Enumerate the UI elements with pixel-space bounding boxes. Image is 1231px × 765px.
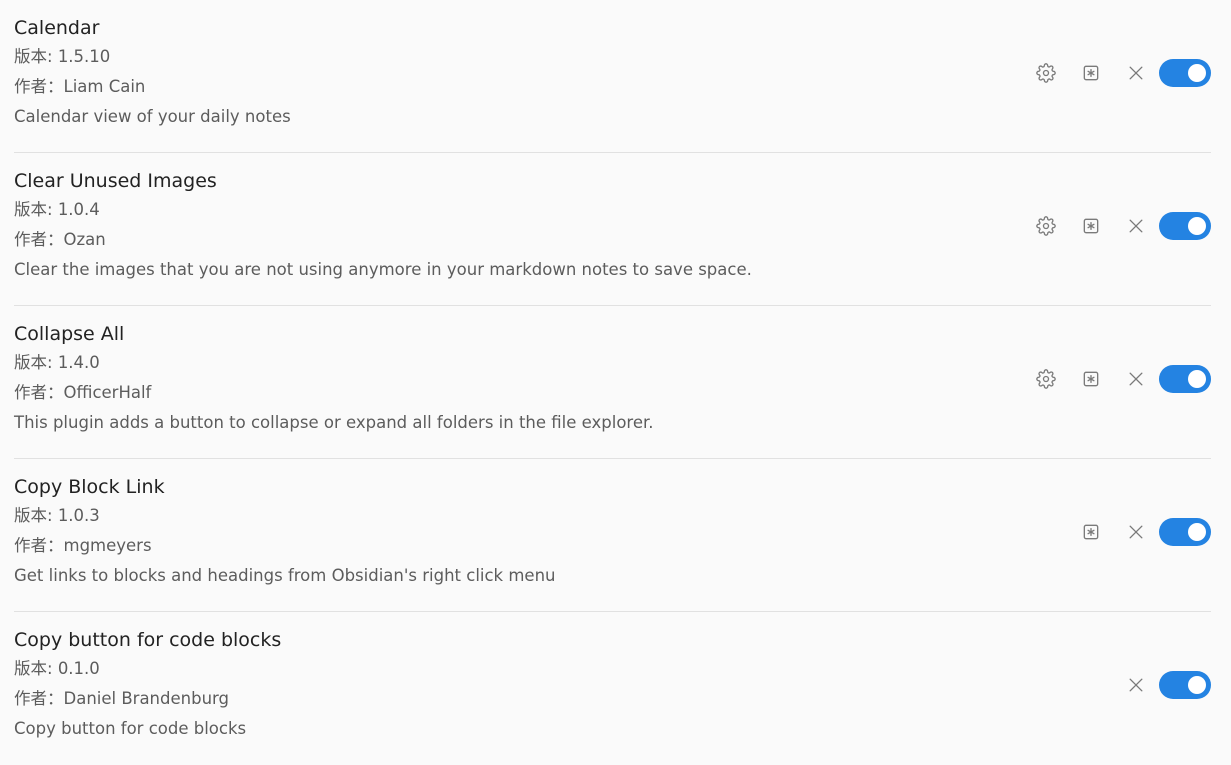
toggle-knob xyxy=(1188,676,1206,694)
plugin-description: Clear the images that you are not using … xyxy=(14,260,752,279)
author-value: OfficerHalf xyxy=(63,383,152,402)
plugin-hotkeys-button[interactable] xyxy=(1068,212,1113,240)
version-label: 版本: xyxy=(14,200,58,219)
author-value: Liam Cain xyxy=(63,77,146,96)
author-label: 作者： xyxy=(14,230,64,249)
plugin-description: Copy button for code blocks xyxy=(14,719,247,738)
plugin-name: Copy Block Link xyxy=(14,476,165,498)
plugin-enable-toggle[interactable] xyxy=(1159,671,1211,699)
plugin-enable-toggle[interactable] xyxy=(1159,518,1211,546)
plugin-name: Collapse All xyxy=(14,323,125,345)
plugin-uninstall-button[interactable] xyxy=(1113,671,1158,699)
version-value: 1.5.10 xyxy=(57,47,111,66)
hotkey-icon xyxy=(1081,369,1101,389)
plugin-description: Calendar view of your daily notes xyxy=(14,107,291,126)
hotkey-icon xyxy=(1081,522,1101,542)
plugin-description: This plugin adds a button to collapse or… xyxy=(14,413,654,432)
close-icon xyxy=(1126,675,1146,695)
plugin-actions xyxy=(1023,212,1211,240)
plugin-uninstall-button[interactable] xyxy=(1113,59,1158,87)
plugin-name: Copy button for code blocks xyxy=(14,629,282,651)
plugin-actions xyxy=(1068,518,1211,546)
plugin-item-calendar: Calendar 版本: 1.5.10 作者：Liam Cain Calenda… xyxy=(14,0,1211,153)
plugin-version: 版本: 1.0.4 xyxy=(14,195,752,225)
version-value: 1.4.0 xyxy=(57,353,100,372)
plugin-actions xyxy=(1023,365,1211,393)
plugin-version: 版本: 1.4.0 xyxy=(14,348,654,378)
plugin-hotkeys-button[interactable] xyxy=(1068,59,1113,87)
author-value: mgmeyers xyxy=(63,536,152,555)
plugin-actions xyxy=(1023,59,1211,87)
gear-icon xyxy=(1035,369,1056,389)
toggle-knob xyxy=(1188,523,1206,541)
author-label: 作者： xyxy=(14,536,64,555)
plugin-version: 版本: 1.0.3 xyxy=(14,501,556,531)
plugin-info: Copy button for code blocks 版本: 0.1.0 作者… xyxy=(14,626,281,744)
gear-icon xyxy=(1035,63,1056,83)
gear-icon xyxy=(1035,216,1056,236)
author-value: Daniel Brandenburg xyxy=(63,689,230,708)
plugin-description: Get links to blocks and headings from Ob… xyxy=(14,566,556,585)
version-label: 版本: xyxy=(14,47,58,66)
toggle-knob xyxy=(1188,217,1206,235)
plugin-author: 作者：Daniel Brandenburg xyxy=(14,684,281,714)
plugin-author: 作者：OfficerHalf xyxy=(14,378,654,408)
version-label: 版本: xyxy=(14,659,58,678)
author-label: 作者： xyxy=(14,689,64,708)
plugin-uninstall-button[interactable] xyxy=(1113,518,1158,546)
plugin-info: Calendar 版本: 1.5.10 作者：Liam Cain Calenda… xyxy=(14,14,291,132)
hotkey-icon xyxy=(1081,216,1101,236)
plugin-version: 版本: 0.1.0 xyxy=(14,654,281,684)
plugin-version: 版本: 1.5.10 xyxy=(14,42,291,72)
plugin-author: 作者：mgmeyers xyxy=(14,531,556,561)
close-icon xyxy=(1126,522,1146,542)
plugin-item-clear-unused-images: Clear Unused Images 版本: 1.0.4 作者：Ozan Cl… xyxy=(14,153,1211,306)
author-label: 作者： xyxy=(14,383,64,402)
plugin-settings-button[interactable] xyxy=(1023,212,1068,240)
close-icon xyxy=(1126,216,1146,236)
plugin-item-copy-block-link: Copy Block Link 版本: 1.0.3 作者：mgmeyers Ge… xyxy=(14,459,1211,612)
plugin-enable-toggle[interactable] xyxy=(1159,212,1211,240)
version-value: 1.0.3 xyxy=(57,506,100,525)
plugin-settings-button[interactable] xyxy=(1023,365,1068,393)
toggle-knob xyxy=(1188,64,1206,82)
plugin-settings-button[interactable] xyxy=(1023,59,1068,87)
installed-plugins-list: Calendar 版本: 1.5.10 作者：Liam Cain Calenda… xyxy=(14,0,1211,765)
hotkey-icon xyxy=(1081,63,1101,83)
author-label: 作者： xyxy=(14,77,64,96)
plugin-name: Calendar xyxy=(14,17,100,39)
plugin-enable-toggle[interactable] xyxy=(1159,59,1211,87)
plugin-item-collapse-all: Collapse All 版本: 1.4.0 作者：OfficerHalf Th… xyxy=(14,306,1211,459)
version-value: 0.1.0 xyxy=(57,659,100,678)
plugin-author: 作者：Ozan xyxy=(14,225,752,255)
plugin-actions xyxy=(1113,671,1211,699)
toggle-knob xyxy=(1188,370,1206,388)
close-icon xyxy=(1126,369,1146,389)
plugin-item-copy-button-for-code-blocks: Copy button for code blocks 版本: 0.1.0 作者… xyxy=(14,612,1211,765)
plugin-info: Clear Unused Images 版本: 1.0.4 作者：Ozan Cl… xyxy=(14,167,752,285)
plugin-info: Collapse All 版本: 1.4.0 作者：OfficerHalf Th… xyxy=(14,320,654,438)
close-icon xyxy=(1126,63,1146,83)
plugin-author: 作者：Liam Cain xyxy=(14,72,291,102)
version-value: 1.0.4 xyxy=(57,200,100,219)
plugin-enable-toggle[interactable] xyxy=(1159,365,1211,393)
version-label: 版本: xyxy=(14,506,58,525)
plugin-name: Clear Unused Images xyxy=(14,170,217,192)
plugin-info: Copy Block Link 版本: 1.0.3 作者：mgmeyers Ge… xyxy=(14,473,556,591)
version-label: 版本: xyxy=(14,353,58,372)
plugin-uninstall-button[interactable] xyxy=(1113,365,1158,393)
author-value: Ozan xyxy=(63,230,106,249)
plugin-uninstall-button[interactable] xyxy=(1113,212,1158,240)
plugin-hotkeys-button[interactable] xyxy=(1068,518,1113,546)
plugin-hotkeys-button[interactable] xyxy=(1068,365,1113,393)
